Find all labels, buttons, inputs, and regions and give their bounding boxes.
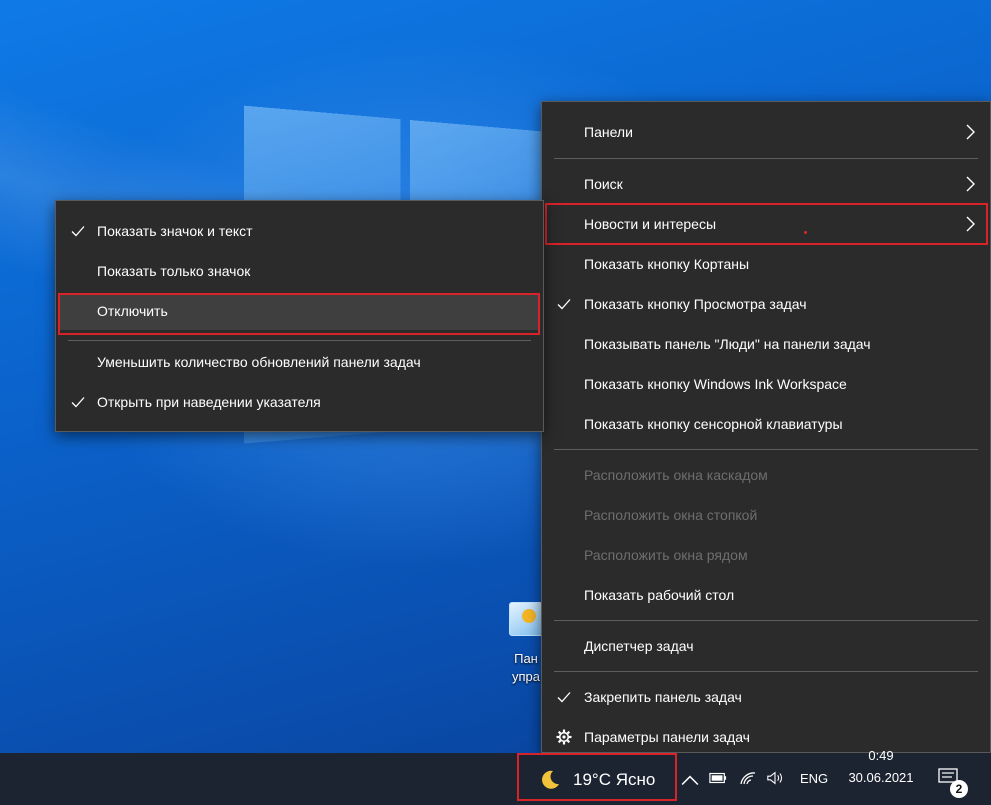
clock-time: 0:49 — [868, 748, 894, 763]
chevron-up-icon[interactable] — [681, 772, 699, 788]
menu-separator — [554, 671, 978, 672]
clock[interactable]: 0:49 30.06.2021 — [836, 748, 926, 788]
menu-item-ink-workspace[interactable]: Показать кнопку Windows Ink Workspace — [542, 364, 990, 404]
menu-item-label: Показать кнопку Просмотра задач — [584, 296, 807, 312]
checkmark-icon — [557, 299, 571, 310]
menu-item-label: Уменьшить количество обновлений панели з… — [97, 354, 421, 370]
chevron-right-icon — [966, 216, 975, 232]
gear-icon — [556, 729, 572, 745]
menu-item-cortana[interactable]: Показать кнопку Кортаны — [542, 244, 990, 284]
menu-item-label: Новости и интересы — [584, 216, 717, 232]
menu-item-label: Показать кнопку сенсорной клавиатуры — [584, 416, 843, 432]
checkmark-icon — [71, 397, 85, 408]
cursor-dot — [804, 231, 807, 234]
battery-icon[interactable] — [709, 770, 727, 786]
chevron-right-icon — [966, 176, 975, 192]
clock-date: 30.06.2021 — [848, 770, 914, 785]
menu-separator — [554, 449, 978, 450]
menu-item-label: Параметры панели задач — [584, 729, 750, 745]
menu-item-search[interactable]: Поиск — [542, 164, 990, 204]
menu-item-label: Показать кнопку Кортаны — [584, 256, 750, 272]
menu-item-label: Показать рабочий стол — [584, 587, 735, 603]
language-indicator[interactable]: ENG — [800, 771, 828, 786]
submenu-item-open-on-hover[interactable]: Открыть при наведении указателя — [56, 382, 543, 422]
weather-widget[interactable]: 19°C Ясно — [517, 753, 677, 801]
menu-item-label: Показывать панель "Люди" на панели задач — [584, 336, 871, 352]
taskbar-context-menu: Панели Поиск Новости и интересы Показать… — [541, 101, 991, 753]
menu-item-show-desktop[interactable]: Показать рабочий стол — [542, 575, 990, 615]
menu-item-stacked: Расположить окна стопкой — [542, 495, 990, 535]
submenu-item-icon-and-text[interactable]: Показать значок и текст — [56, 211, 543, 251]
menu-item-panels[interactable]: Панели — [542, 112, 990, 152]
menu-item-label: Расположить окна рядом — [584, 547, 748, 563]
chevron-right-icon — [966, 124, 975, 140]
menu-item-label: Показать значок и текст — [97, 223, 253, 239]
menu-item-label: Открыть при наведении указателя — [97, 394, 321, 410]
menu-separator — [68, 340, 531, 341]
menu-item-touch-keyboard[interactable]: Показать кнопку сенсорной клавиатуры — [542, 404, 990, 444]
menu-item-task-manager[interactable]: Диспетчер задач — [542, 626, 990, 666]
menu-item-label: Расположить окна каскадом — [584, 467, 768, 483]
menu-separator — [554, 620, 978, 621]
menu-item-lock-taskbar[interactable]: Закрепить панель задач — [542, 677, 990, 717]
menu-item-news-and-interests[interactable]: Новости и интересы — [542, 204, 990, 244]
menu-item-task-view[interactable]: Показать кнопку Просмотра задач — [542, 284, 990, 324]
moon-icon — [542, 770, 559, 789]
submenu-item-reduce-updates[interactable]: Уменьшить количество обновлений панели з… — [56, 342, 543, 382]
menu-item-label: Показать только значок — [97, 263, 251, 279]
submenu-item-icon-only[interactable]: Показать только значок — [56, 251, 543, 291]
checkmark-icon — [557, 692, 571, 703]
menu-item-label: Панели — [584, 124, 633, 140]
submenu-item-disable[interactable]: Отключить — [56, 291, 543, 331]
menu-item-side-by-side: Расположить окна рядом — [542, 535, 990, 575]
checkmark-icon — [71, 226, 85, 237]
menu-item-label: Показать кнопку Windows Ink Workspace — [584, 376, 847, 392]
notification-count-badge: 2 — [950, 780, 968, 798]
menu-item-cascade: Расположить окна каскадом — [542, 455, 990, 495]
menu-separator — [554, 158, 978, 159]
menu-item-label: Расположить окна стопкой — [584, 507, 758, 523]
menu-item-label: Закрепить панель задач — [584, 689, 742, 705]
control-panel-icon — [509, 602, 543, 636]
volume-icon[interactable] — [766, 770, 784, 786]
menu-item-label: Поиск — [584, 176, 623, 192]
menu-item-label: Диспетчер задач — [584, 638, 694, 654]
weather-text: 19°C Ясно — [573, 770, 656, 789]
news-interests-submenu: Показать значок и текст Показать только … — [55, 200, 544, 432]
menu-item-label: Отключить — [97, 303, 168, 319]
menu-item-people[interactable]: Показывать панель "Люди" на панели задач — [542, 324, 990, 364]
wifi-icon[interactable] — [739, 770, 757, 786]
